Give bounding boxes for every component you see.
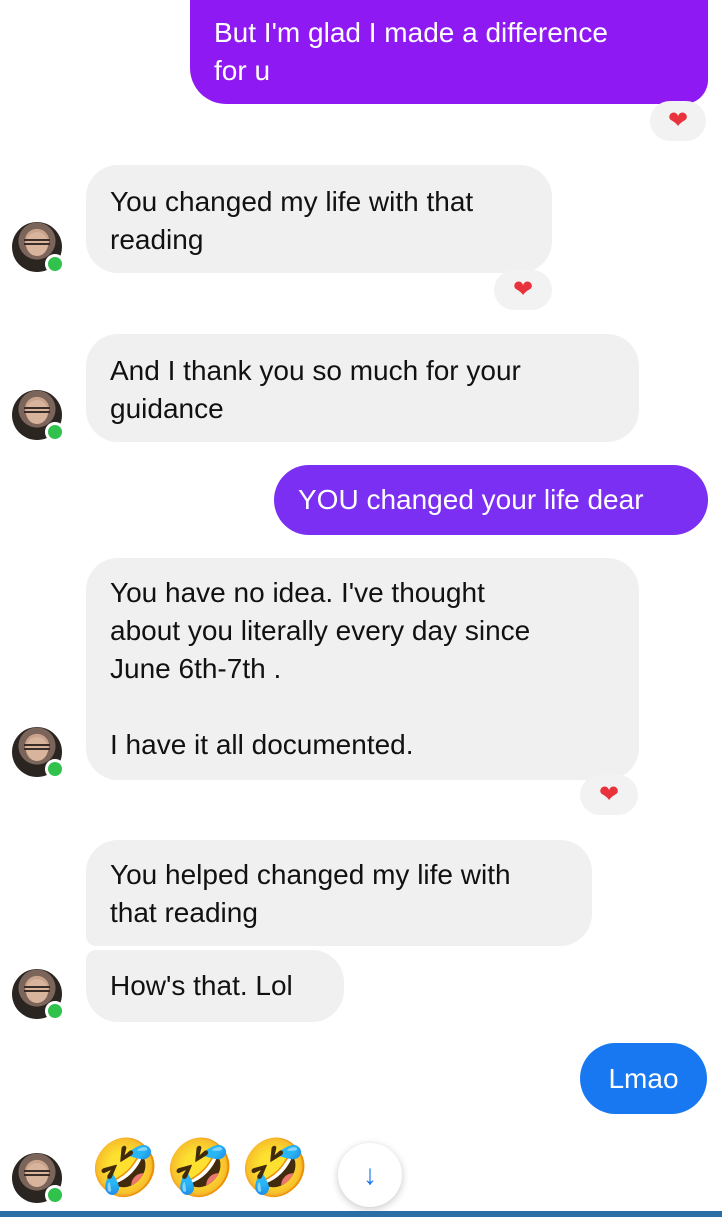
contact-avatar[interactable] [12, 727, 65, 779]
heart-reaction-icon[interactable]: ❤ [650, 101, 706, 141]
scroll-to-bottom-button[interactable]: ↓ [338, 1143, 402, 1207]
contact-avatar[interactable] [12, 390, 65, 442]
message-bubble-incoming[interactable]: How's that. Lol [86, 950, 344, 1022]
message-bubble-incoming[interactable]: You helped changed my life with that rea… [86, 840, 592, 946]
arrow-down-icon: ↓ [363, 1159, 377, 1190]
contact-avatar[interactable] [12, 1153, 65, 1205]
avatar-glasses [24, 744, 50, 750]
avatar-glasses [24, 239, 50, 245]
rofl-emoji-icon[interactable]: 🤣 [165, 1136, 235, 1200]
message-bubble-incoming[interactable]: You have no idea. I've thought about you… [86, 558, 639, 780]
rofl-emoji-icon[interactable]: 🤣 [240, 1136, 310, 1200]
contact-avatar[interactable] [12, 222, 65, 274]
heart-reaction-icon[interactable]: ❤ [494, 270, 552, 310]
message-bubble-outgoing[interactable]: Lmao [580, 1043, 707, 1114]
online-status-icon [45, 254, 65, 274]
online-status-icon [45, 759, 65, 779]
message-bubble-incoming[interactable]: You changed my life with that reading [86, 165, 552, 273]
message-bubble-incoming[interactable]: And I thank you so much for your guidanc… [86, 334, 639, 442]
online-status-icon [45, 422, 65, 442]
message-bubble-outgoing[interactable]: YOU changed your life dear [274, 465, 708, 535]
avatar-glasses [24, 1170, 50, 1176]
online-status-icon [45, 1001, 65, 1021]
contact-avatar[interactable] [12, 969, 65, 1021]
avatar-glasses [24, 986, 50, 992]
avatar-glasses [24, 407, 50, 413]
heart-reaction-icon[interactable]: ❤ [580, 775, 638, 815]
message-bubble-outgoing[interactable]: But I'm glad I made a difference for u [190, 0, 708, 104]
bottom-edge-bar [0, 1211, 722, 1217]
online-status-icon [45, 1185, 65, 1205]
rofl-emoji-icon[interactable]: 🤣 [90, 1136, 160, 1200]
